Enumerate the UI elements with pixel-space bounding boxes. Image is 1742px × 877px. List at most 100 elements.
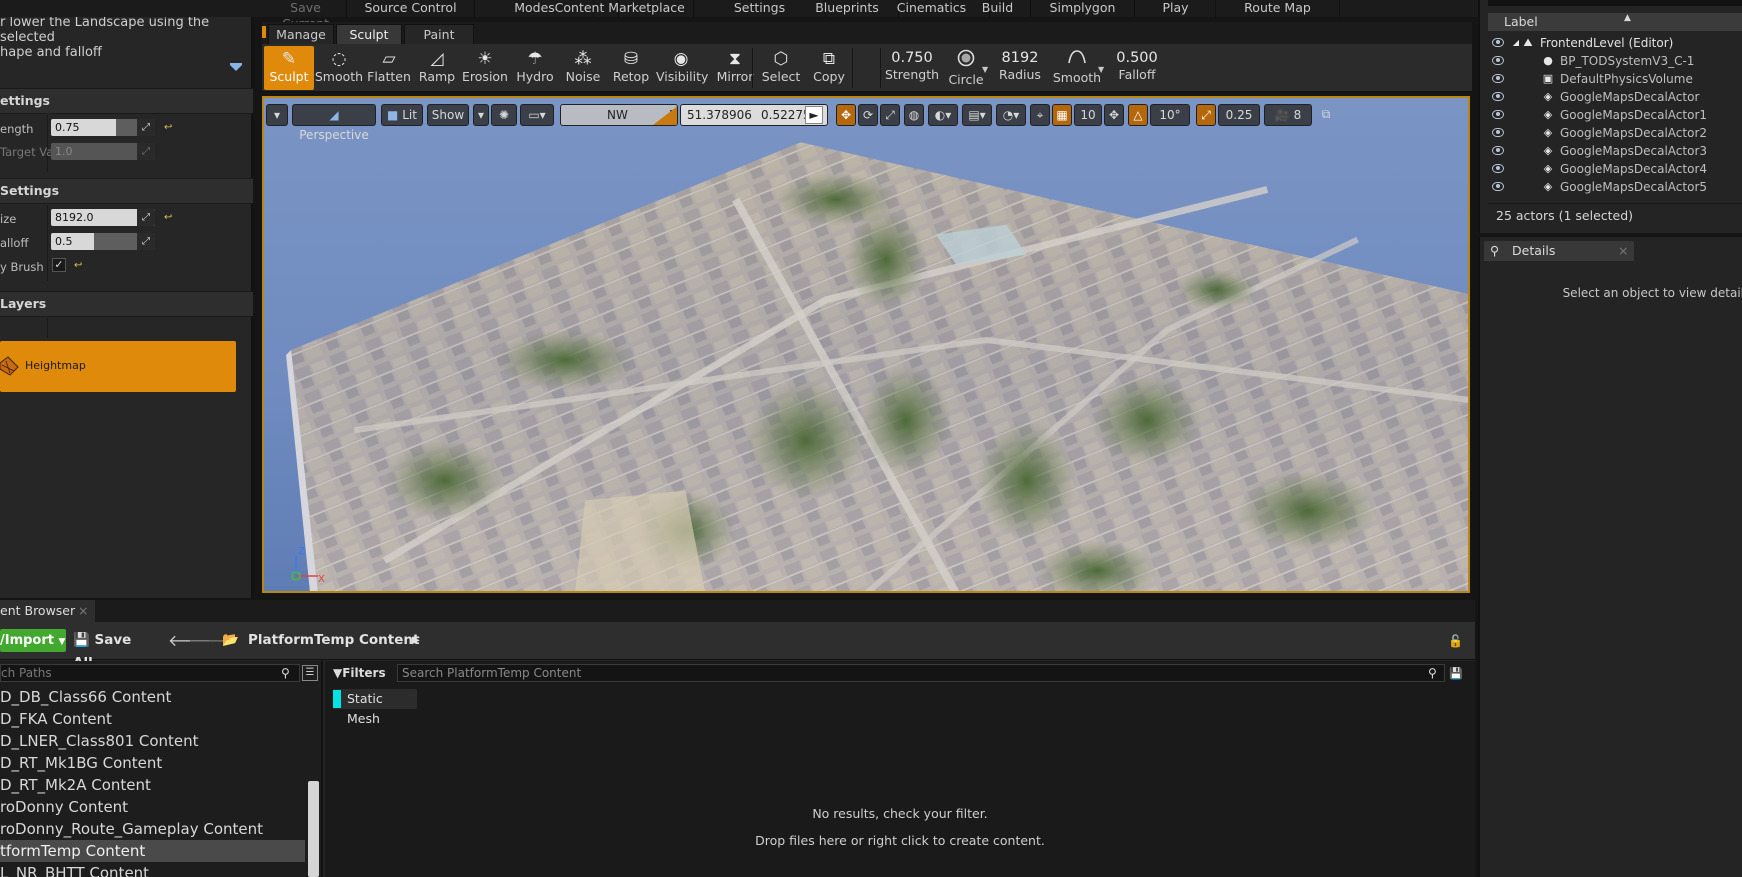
tool-ramp[interactable]: ◿ Ramp: [412, 46, 462, 90]
path-tree-item[interactable]: roDonny_Route_Gameplay Content: [0, 818, 305, 840]
asset-search-input[interactable]: Search PlatformTemp Content ⚲: [397, 664, 1445, 682]
section-brush-settings[interactable]: Settings: [0, 178, 253, 204]
show-button[interactable]: Show: [427, 104, 469, 126]
scale-mode-icon[interactable]: ⤢: [880, 104, 900, 126]
asset-view[interactable]: ▼Filters ▼ Search PlatformTemp Content ⚲…: [325, 661, 1475, 877]
surface-snap-icon[interactable]: ◐▾: [928, 104, 958, 126]
outliner-search-input[interactable]: [1488, 0, 1742, 6]
tool-select[interactable]: ⬡ Select: [756, 46, 806, 90]
go-arrow-icon[interactable]: ►: [805, 106, 823, 124]
outliner-actor-row[interactable]: ◈ GoogleMapsDecalActor5: [1488, 178, 1742, 196]
realtime-toggle-icon[interactable]: ✺: [491, 104, 517, 126]
brush-strength-control[interactable]: 0.750 Strength: [883, 49, 941, 83]
tool-noise[interactable]: ⁂ Noise: [558, 46, 608, 90]
scale-snap-icon[interactable]: ⤢: [1196, 104, 1216, 126]
lit-mode-button[interactable]: ■ Lit: [381, 104, 423, 126]
import-button[interactable]: /Import ▼: [0, 629, 66, 652]
outliner-actor-row[interactable]: ● BP_TODSystemV3_C-1: [1488, 52, 1742, 70]
brush-falloff-control[interactable]: 0.500 Falloff: [1107, 49, 1167, 83]
level-viewport[interactable]: ▾ ◢ Perspective ■ Lit Show ▾ ✺ ▭▾ NW N 5…: [262, 96, 1470, 593]
rotation-snap-toggle-icon[interactable]: ✥: [1104, 104, 1124, 126]
save-all-button[interactable]: 💾 Save All: [73, 629, 153, 671]
path-tree-scrollbar[interactable]: [308, 781, 319, 877]
rotation-snap-value[interactable]: 10°: [1150, 104, 1190, 126]
section-layers[interactable]: Layers: [0, 291, 253, 317]
landscape-terrain[interactable]: [264, 98, 1470, 593]
brush-size-field[interactable]: 8192.0 ⤢: [51, 209, 155, 226]
tool-erosion[interactable]: ☀ Erosion: [460, 46, 510, 90]
content-browser-tab[interactable]: ent Browser ×: [0, 600, 95, 622]
details-tab[interactable]: ⚲ Details ×: [1484, 241, 1634, 261]
reset-to-default-icon[interactable]: ↩: [74, 261, 84, 271]
path-tree-item[interactable]: D_RT_Mk2A Content: [0, 774, 305, 796]
path-tree-item[interactable]: D_FKA Content: [0, 708, 305, 730]
visibility-eye-icon[interactable]: [1492, 38, 1504, 47]
rotation-snap-icon[interactable]: △: [1128, 104, 1148, 126]
camera-speed-button[interactable]: 🎥 8: [1264, 104, 1312, 126]
close-icon[interactable]: ×: [1618, 241, 1628, 261]
view-mode-dropdown-icon[interactable]: ▭▾: [520, 104, 554, 126]
path-tree-item[interactable]: D_RT_Mk1BG Content: [0, 752, 305, 774]
visibility-eye-icon[interactable]: [1492, 164, 1504, 173]
grid-snap-value[interactable]: 10: [1074, 104, 1102, 126]
tab-paint[interactable]: Paint: [404, 24, 474, 44]
outliner-actor-row[interactable]: ▣ DefaultPhysicsVolume: [1488, 70, 1742, 88]
visibility-eye-icon[interactable]: [1492, 146, 1504, 155]
placement-options-icon[interactable]: ◔▾: [996, 104, 1026, 126]
back-arrow-icon[interactable]: 🡐: [168, 629, 211, 652]
brush-shape-dropdown[interactable]: Circle ▼: [942, 49, 990, 88]
path-tree-item[interactable]: D_LNER_Class801 Content: [0, 730, 305, 752]
brush-radius-control[interactable]: 8192 Radius: [992, 49, 1048, 83]
visibility-eye-icon[interactable]: [1492, 182, 1504, 191]
grid-snap-toggle-icon[interactable]: ▦: [1052, 104, 1072, 126]
visibility-eye-icon[interactable]: [1492, 128, 1504, 137]
visibility-eye-icon[interactable]: [1492, 110, 1504, 119]
main-toolbar-simplygon[interactable]: Simplygon: [1031, 0, 1135, 17]
tab-manage[interactable]: Manage: [268, 24, 334, 44]
world-space-icon[interactable]: ◍: [904, 104, 924, 126]
view-options-icon[interactable]: ☰: [302, 665, 318, 681]
coordinate-readout[interactable]: 51.378906 0.522757 ►: [680, 104, 828, 126]
maximize-viewport-icon[interactable]: ⧉: [1316, 104, 1336, 126]
visibility-eye-icon[interactable]: [1492, 56, 1504, 65]
tool-hydro[interactable]: ☂ Hydro: [510, 46, 560, 90]
tool-copy[interactable]: ⧉ Copy: [804, 46, 854, 90]
outliner-actor-row[interactable]: ◢ ⛰ FrontendLevel (Editor): [1488, 34, 1742, 52]
main-toolbar-route-map[interactable]: Route Map: [1216, 0, 1340, 17]
vertex-snap-icon[interactable]: ⌖: [1030, 104, 1050, 126]
use-brush-checkbox[interactable]: ✓: [52, 258, 66, 272]
tool-smooth[interactable]: ◌ Smooth: [314, 46, 364, 90]
visibility-eye-icon[interactable]: [1492, 74, 1504, 83]
main-toolbar-source-control[interactable]: Source Control: [347, 0, 475, 17]
show-dropdown-button[interactable]: ▾: [473, 104, 489, 126]
path-tree-item[interactable]: tformTemp Content: [0, 840, 305, 862]
outliner-actor-row[interactable]: ◈ GoogleMapsDecalActor3: [1488, 142, 1742, 160]
filters-button[interactable]: ▼Filters ▼: [333, 664, 389, 697]
outliner-column-header[interactable]: Label ▲: [1488, 13, 1742, 31]
main-toolbar-marketplace[interactable]: Marketplace: [600, 0, 694, 17]
static-mesh-filter-chip[interactable]: Static Mesh: [333, 689, 417, 726]
outliner-actor-row[interactable]: ◈ GoogleMapsDecalActor2: [1488, 124, 1742, 142]
brush-falloff-field[interactable]: 0.5 ⤢: [51, 233, 155, 250]
main-toolbar-build[interactable]: Build: [965, 0, 1031, 17]
expand-triangle-icon[interactable]: ◢: [1510, 37, 1522, 49]
snap-options-icon[interactable]: ▤▾: [962, 104, 992, 126]
outliner-actor-row[interactable]: ◈ GoogleMapsDecalActor1: [1488, 106, 1742, 124]
search-paths-input[interactable]: ch Paths ⚲: [0, 664, 300, 682]
expand-icon[interactable]: [229, 62, 243, 74]
main-toolbar-play[interactable]: Play: [1136, 0, 1216, 17]
breadcrumb[interactable]: 📂 PlatformTemp Content ▶: [222, 629, 442, 652]
viewport-options-button[interactable]: ▾: [266, 104, 288, 126]
tool-flatten[interactable]: ▱ Flatten: [364, 46, 414, 90]
reset-to-default-icon[interactable]: ↩: [164, 213, 174, 223]
tool-retop[interactable]: ⛁ Retop: [606, 46, 656, 90]
tab-sculpt[interactable]: Sculpt: [336, 24, 402, 44]
visibility-eye-icon[interactable]: [1492, 92, 1504, 101]
chevron-right-icon[interactable]: ▶: [412, 629, 420, 652]
scale-snap-value[interactable]: 0.25: [1218, 104, 1260, 126]
path-tree-item[interactable]: L_NR_BHTT Content: [0, 862, 305, 877]
lock-icon[interactable]: 🔓: [1448, 634, 1463, 648]
save-search-icon[interactable]: 💾: [1449, 667, 1463, 680]
tool-sculpt[interactable]: ✎ Sculpt: [264, 46, 314, 90]
path-tree-item[interactable]: D_DB_Class66 Content: [0, 686, 305, 708]
